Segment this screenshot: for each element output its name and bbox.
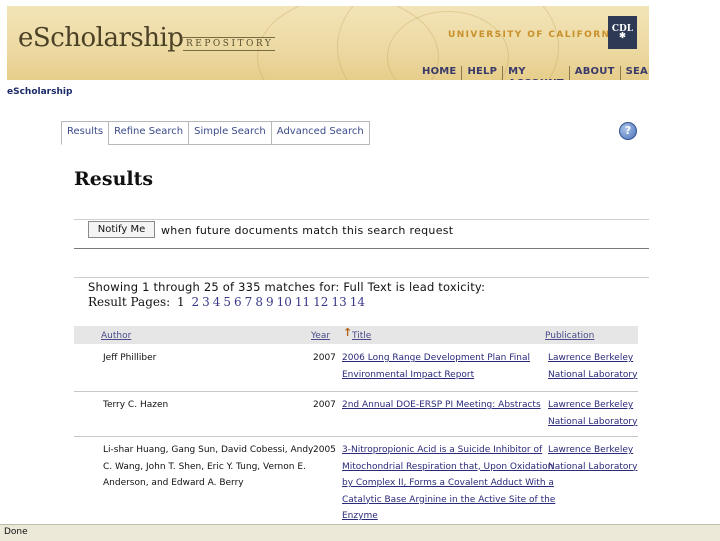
repository-logo-text: REPOSITORY — [183, 37, 276, 51]
page-link[interactable]: 14 — [350, 295, 365, 309]
page-links: 2 3 4 5 6 7 8 9 10 11 12 13 14 — [188, 295, 365, 309]
publication-link[interactable]: National Laboratory — [548, 367, 637, 384]
pagination-label: Result Pages: — [88, 295, 171, 309]
title-link[interactable]: Enzyme — [342, 508, 378, 525]
nav-help[interactable]: HELP — [461, 66, 502, 80]
page-link[interactable]: 12 — [313, 295, 328, 309]
breadcrumb[interactable]: eScholarship — [7, 87, 72, 97]
tab-simple-search[interactable]: Simple Search — [188, 121, 271, 145]
help-icon[interactable]: ? — [619, 122, 637, 140]
title-link[interactable]: Catalytic Base Arginine in the Active Si… — [342, 492, 555, 509]
site-banner: eScholarship REPOSITORY UNIVERSITY OF CA… — [7, 6, 649, 80]
column-publication[interactable]: Publication — [545, 331, 594, 341]
publication-link[interactable]: Lawrence Berkeley — [548, 397, 633, 414]
current-page: 1 — [177, 295, 185, 309]
page-link[interactable]: 10 — [277, 295, 292, 309]
publication-link[interactable]: National Laboratory — [548, 459, 637, 476]
star-icon: ✱ — [619, 30, 626, 40]
search-tabs: Results Refine Search Simple Search Adva… — [61, 121, 370, 145]
sort-ascending-icon: ↑ — [343, 326, 353, 339]
author-cell: Li-shar Huang, Gang Sun, David Cobessi, … — [103, 445, 314, 455]
title-link[interactable]: 2006 Long Range Development Plan Final — [342, 350, 530, 367]
status-bar — [0, 524, 720, 541]
nav-about[interactable]: ABOUT — [568, 66, 620, 80]
page-link[interactable]: 3 — [202, 295, 210, 309]
title-link[interactable]: Environmental Impact Report — [342, 367, 474, 384]
cdl-logo[interactable]: CDL ✱ — [608, 16, 637, 49]
notify-me-button[interactable]: Notify Me — [88, 221, 155, 238]
page-link[interactable]: 5 — [223, 295, 231, 309]
author-cell: C. Wang, John T. Shen, Eric Y. Tung, Ver… — [103, 461, 306, 472]
column-author[interactable]: Author — [101, 331, 131, 341]
author-cell: Anderson, and Edward A. Berry — [103, 478, 244, 488]
author-cell: Jeff Philliber — [103, 353, 157, 363]
tab-results[interactable]: Results — [61, 121, 109, 145]
page-link[interactable]: 7 — [245, 295, 253, 309]
publication-link[interactable]: Lawrence Berkeley — [548, 442, 633, 459]
university-name[interactable]: UNIVERSITY OF CALIFORNIA — [448, 30, 624, 40]
year-cell: 2007 — [313, 353, 336, 363]
publication-link[interactable]: National Laboratory — [548, 414, 637, 431]
page-title: Results — [74, 168, 154, 190]
top-nav: HOME HELP MY ACCOUNT ABOUT SEARCH — [417, 66, 649, 80]
page-link[interactable]: 8 — [255, 295, 263, 309]
title-link[interactable]: Mitochondrial Respiration that, Upon Oxi… — [342, 459, 553, 476]
notify-description: when future documents match this search … — [161, 224, 454, 237]
status-text: Done — [4, 527, 28, 537]
year-cell: 2007 — [313, 400, 336, 410]
divider — [74, 219, 649, 220]
results-summary: Showing 1 through 25 of 335 matches for:… — [88, 280, 486, 294]
year-cell: 2005 — [313, 445, 336, 455]
column-title[interactable]: Title — [352, 331, 371, 341]
page-link[interactable]: 6 — [234, 295, 242, 309]
title-link[interactable]: 2nd Annual DOE-ERSP PI Meeting: Abstract… — [342, 397, 541, 414]
divider — [74, 277, 649, 278]
pagination: Result Pages: 1 2 3 4 5 6 7 8 9 10 11 12 13 14 — [88, 295, 365, 309]
row-divider — [74, 391, 638, 392]
page-link[interactable]: 2 — [191, 295, 199, 309]
nav-my-account[interactable]: MY ACCOUNT — [502, 66, 569, 80]
page-link[interactable]: 13 — [331, 295, 346, 309]
page-link[interactable]: 11 — [295, 295, 310, 309]
title-link[interactable]: 3-Nitropropionic Acid is a Suicide Inhib… — [342, 442, 542, 459]
divider — [74, 248, 649, 249]
page-link[interactable]: 4 — [213, 295, 221, 309]
column-year[interactable]: Year — [311, 331, 330, 341]
publication-link[interactable]: Lawrence Berkeley — [548, 350, 633, 367]
nav-search[interactable]: SEARCH — [619, 66, 649, 80]
tab-refine-search[interactable]: Refine Search — [108, 121, 189, 145]
row-divider — [74, 436, 638, 437]
title-link[interactable]: by Complex II, Forms a Covalent Adduct W… — [342, 475, 554, 492]
nav-home[interactable]: HOME — [417, 66, 461, 80]
page-link[interactable]: 9 — [266, 295, 274, 309]
author-cell: Terry C. Hazen — [103, 400, 169, 410]
escholarship-logo[interactable]: eScholarship — [18, 23, 184, 53]
tab-advanced-search[interactable]: Advanced Search — [270, 121, 370, 145]
